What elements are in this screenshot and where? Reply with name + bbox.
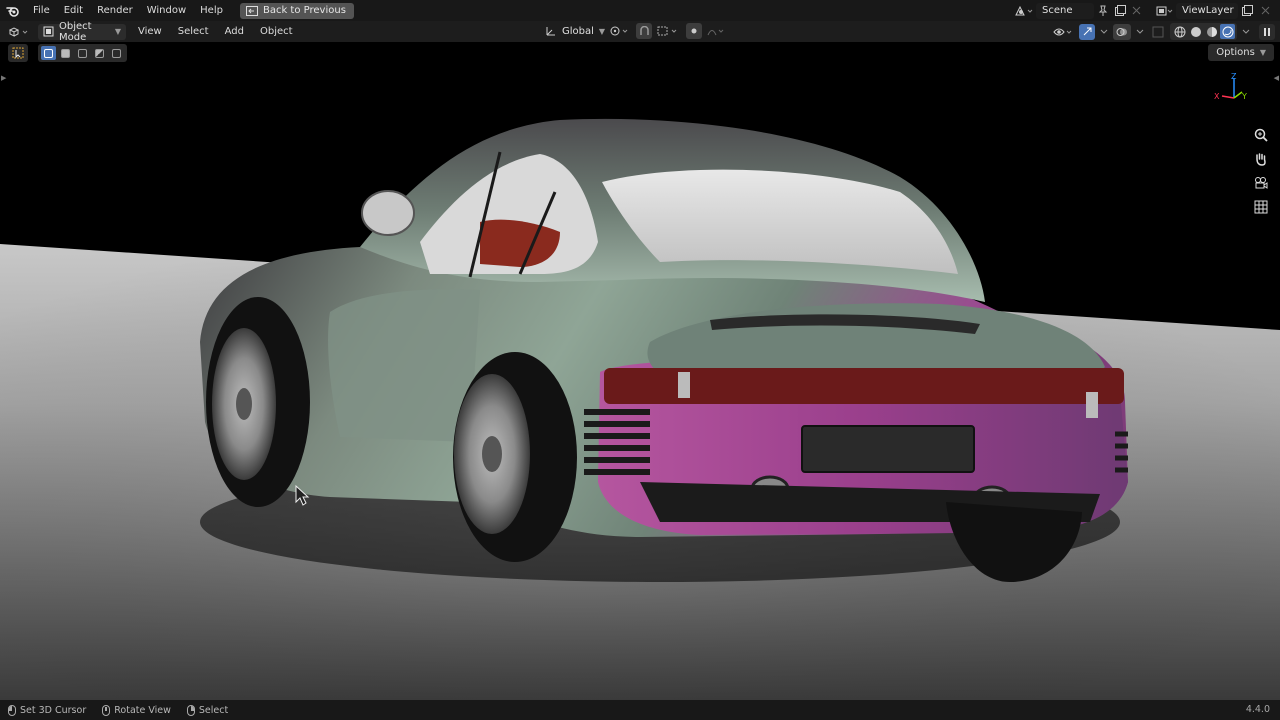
delete-scene-icon[interactable] bbox=[1128, 6, 1144, 15]
transform-orientation-label: Global bbox=[562, 25, 594, 37]
select-subtract-icon[interactable] bbox=[75, 46, 90, 60]
select-tool-icon[interactable] bbox=[8, 44, 28, 62]
select-new-icon[interactable] bbox=[41, 46, 56, 60]
back-to-previous-button[interactable]: Back to Previous bbox=[239, 2, 354, 19]
select-tool-row bbox=[8, 44, 127, 62]
rear-wheel-left bbox=[453, 352, 577, 562]
scene-name: Scene bbox=[1042, 5, 1073, 16]
front-wheel bbox=[206, 297, 310, 507]
view-layer-field[interactable]: ViewLayer bbox=[1176, 2, 1238, 19]
chevron-down-icon: ▼ bbox=[1259, 48, 1266, 57]
version-label: 4.4.0 bbox=[1245, 704, 1270, 715]
scene-selector: Scene bbox=[1012, 0, 1144, 21]
menu-file[interactable]: File bbox=[26, 0, 57, 21]
back-to-previous-label: Back to Previous bbox=[262, 5, 346, 16]
gizmo-x-label: X bbox=[1214, 92, 1220, 101]
delete-view-layer-icon[interactable] bbox=[1256, 6, 1274, 15]
falloff-icon[interactable] bbox=[706, 26, 726, 36]
menu-help[interactable]: Help bbox=[193, 0, 230, 21]
editor-type-icon[interactable] bbox=[6, 26, 34, 38]
menu-window[interactable]: Window bbox=[140, 0, 193, 21]
chevron-down-icon[interactable] bbox=[1098, 29, 1110, 35]
orientation-axes-icon bbox=[545, 25, 557, 37]
viewport-header: Object Mode ▼ View Select Add Object Glo… bbox=[0, 20, 1280, 43]
sidebar-expand-icon[interactable]: ◀ bbox=[1274, 74, 1279, 82]
back-arrow-icon bbox=[245, 5, 258, 16]
hint-label: Rotate View bbox=[114, 704, 171, 716]
menu-add[interactable]: Add bbox=[217, 26, 252, 37]
select-invert-icon[interactable] bbox=[92, 46, 107, 60]
top-menu-bar: File Edit Render Window Help Back to Pre… bbox=[0, 0, 1280, 21]
shading-mode-group bbox=[1170, 23, 1237, 40]
pin-icon[interactable] bbox=[1094, 5, 1112, 17]
new-view-layer-icon[interactable] bbox=[1238, 5, 1256, 16]
options-dropdown[interactable]: Options ▼ bbox=[1208, 44, 1274, 61]
mouse-middle-icon bbox=[102, 704, 111, 716]
scene-name-field[interactable]: Scene bbox=[1036, 2, 1094, 19]
navigation-gizmo[interactable]: Z Y X bbox=[1212, 72, 1252, 104]
wireframe-shading-icon[interactable] bbox=[1172, 24, 1187, 39]
view-layer-name: ViewLayer bbox=[1182, 5, 1234, 16]
transform-orientation-dropdown[interactable]: Global ▼ bbox=[540, 23, 606, 39]
mouse-right-icon bbox=[186, 704, 195, 716]
rendered-shading-icon[interactable] bbox=[1220, 24, 1235, 39]
selection-mode-group bbox=[38, 44, 127, 62]
menu-edit[interactable]: Edit bbox=[57, 0, 90, 21]
transform-controls: Global ▼ bbox=[540, 23, 726, 39]
camera-view-icon[interactable] bbox=[1252, 174, 1270, 192]
select-extend-icon[interactable] bbox=[58, 46, 73, 60]
blender-logo-icon[interactable] bbox=[0, 0, 26, 21]
hint-set-3d-cursor: Set 3D Cursor bbox=[8, 704, 87, 716]
material-shading-icon[interactable] bbox=[1204, 24, 1219, 39]
scene-icon[interactable] bbox=[1012, 5, 1036, 17]
select-intersect-icon[interactable] bbox=[109, 46, 124, 60]
view-layer-selector: ViewLayer bbox=[1154, 0, 1274, 21]
gizmo-toggle-icon[interactable] bbox=[1079, 23, 1095, 40]
rendered-car-scene[interactable] bbox=[0, 42, 1280, 700]
gizmo-y-label: Y bbox=[1241, 92, 1247, 101]
hint-label: Set 3D Cursor bbox=[20, 704, 87, 716]
new-scene-icon[interactable] bbox=[1112, 5, 1128, 16]
3d-viewport[interactable]: Options ▼ Z Y X ▶ ◀ bbox=[0, 42, 1280, 700]
pause-render-icon[interactable] bbox=[1259, 23, 1275, 40]
menu-view[interactable]: View bbox=[130, 26, 170, 37]
pivot-point-icon[interactable] bbox=[608, 25, 632, 37]
reverse-light-left bbox=[678, 372, 690, 398]
reverse-light-right bbox=[1086, 392, 1098, 418]
proportional-edit-icon[interactable] bbox=[686, 23, 702, 39]
zoom-icon[interactable] bbox=[1252, 126, 1270, 144]
hint-rotate-view: Rotate View bbox=[102, 704, 171, 716]
license-plate bbox=[801, 425, 975, 473]
menu-render[interactable]: Render bbox=[90, 0, 140, 21]
object-mode-dropdown[interactable]: Object Mode ▼ bbox=[38, 20, 126, 43]
chevron-down-icon[interactable] bbox=[1240, 29, 1252, 35]
view-layer-icon[interactable] bbox=[1154, 5, 1176, 17]
menu-object[interactable]: Object bbox=[252, 26, 301, 37]
gizmo-z-label: Z bbox=[1231, 72, 1237, 81]
object-mode-label: Object Mode bbox=[59, 20, 92, 43]
pan-hand-icon[interactable] bbox=[1252, 150, 1270, 168]
xray-toggle-icon[interactable] bbox=[1149, 26, 1167, 38]
solid-shading-icon[interactable] bbox=[1188, 24, 1203, 39]
status-bar: Set 3D Cursor Rotate View Select 4.4.0 bbox=[0, 700, 1280, 720]
snap-toggle-icon[interactable] bbox=[636, 23, 652, 39]
menu-select[interactable]: Select bbox=[170, 26, 217, 37]
chevron-down-icon[interactable] bbox=[1134, 29, 1146, 35]
object-mode-icon bbox=[43, 26, 54, 37]
side-mirror bbox=[361, 190, 415, 236]
perspective-grid-icon[interactable] bbox=[1252, 198, 1270, 216]
mouse-left-icon bbox=[8, 704, 16, 716]
hint-select: Select bbox=[186, 704, 229, 716]
viewport-display-controls bbox=[1052, 23, 1275, 40]
hint-label: Select bbox=[198, 704, 229, 716]
visibility-icon[interactable] bbox=[1052, 26, 1076, 38]
chevron-down-icon: ▼ bbox=[114, 27, 121, 36]
overlays-toggle-icon[interactable] bbox=[1113, 23, 1131, 40]
options-label: Options bbox=[1216, 47, 1255, 58]
snap-target-icon[interactable] bbox=[656, 25, 682, 37]
toolbar-expand-icon[interactable]: ▶ bbox=[1, 74, 6, 82]
chevron-down-icon: ▼ bbox=[598, 26, 606, 36]
